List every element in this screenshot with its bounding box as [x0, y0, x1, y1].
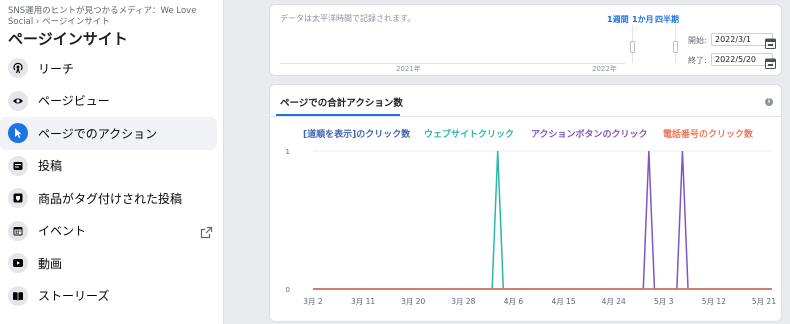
series-line — [313, 150, 772, 290]
start-date-input[interactable]: 2022/3/1 — [711, 33, 773, 46]
eye-icon — [8, 90, 28, 111]
x-tick-label: 4月 15 — [551, 297, 575, 306]
sidebar-nav: リーチ ページビュー ページでのアクション 投稿 商品がタグ付けされた投稿 イベ… — [0, 52, 223, 312]
breadcrumb[interactable]: SNS運用のヒントが見つかるメディア：We Love Social › ページイ… — [8, 6, 215, 28]
x-tick-label: 5月 21 — [752, 297, 776, 306]
timeline-end-handle[interactable] — [673, 41, 678, 53]
sidebar-item-label: イベント — [38, 224, 87, 239]
sidebar-item-label: ページビュー — [38, 94, 110, 109]
x-tick-label: 3月 2 — [303, 297, 323, 306]
date-range-card: データは太平洋時間で記録されます。 1週間 1か月 四半期 2021年 2022… — [269, 4, 782, 76]
video-icon — [8, 253, 28, 274]
x-tick-label: 3月 20 — [401, 297, 425, 306]
range-month-button[interactable]: 1か月 — [632, 14, 654, 25]
sidebar-item-label: リーチ — [38, 61, 75, 76]
x-tick-label: 4月 24 — [602, 297, 626, 306]
sidebar-item-stories[interactable]: ストーリーズ — [0, 280, 217, 313]
calendar-icon[interactable] — [765, 34, 776, 53]
sidebar-item-label: 商品がタグ付けされた投稿 — [38, 191, 183, 206]
post-icon — [8, 155, 28, 176]
calendar-icon[interactable] — [765, 54, 776, 73]
range-week-button[interactable]: 1週間 — [607, 14, 629, 25]
total-actions-card: ページでの合計アクション数 i [道順を表示]のクリック数 ウェブサイトクリック… — [269, 84, 782, 322]
main-content: データは太平洋時間で記録されます。 1週間 1か月 四半期 2021年 2022… — [224, 0, 790, 324]
x-tick-label: 3月 28 — [451, 297, 475, 306]
range-quarter-button[interactable]: 四半期 — [655, 14, 679, 25]
reach-icon — [8, 58, 28, 79]
sidebar-item-page-actions[interactable]: ページでのアクション — [0, 117, 217, 150]
x-tick-label: 3月 11 — [351, 297, 375, 306]
timeline-year-label: 2021年 — [396, 65, 421, 73]
sidebar-item-posts[interactable]: 投稿 — [0, 150, 217, 183]
sidebar-item-tagged-product-posts[interactable]: 商品がタグ付けされた投稿 — [0, 182, 217, 215]
actions-line-chart: 0 1 3月 2 3月 11 3月 20 3月 28 4月 6 4月 15 4月 24 5月 3 5… — [286, 148, 777, 306]
start-date-label: 開始: — [688, 36, 707, 45]
x-tick-label: 4月 6 — [504, 297, 524, 306]
y-tick-label: 0 — [286, 286, 290, 294]
y-tick-label: 1 — [286, 148, 290, 156]
x-tick-label: 5月 3 — [654, 297, 674, 306]
sidebar-item-page-views[interactable]: ページビュー — [0, 85, 217, 118]
sidebar-item-events[interactable]: イベント — [0, 215, 217, 248]
sidebar-item-label: 投稿 — [38, 159, 63, 174]
sidebar-item-label: ストーリーズ — [38, 289, 110, 304]
end-date-input[interactable]: 2022/5/20 — [711, 53, 773, 66]
sidebar-item-label: 動画 — [38, 256, 63, 271]
sidebar-item-videos[interactable]: 動画 — [0, 247, 217, 280]
sidebar: SNS運用のヒントが見つかるメディア：We Love Social › ページイ… — [0, 0, 224, 324]
sidebar-item-label: ページでのアクション — [38, 126, 158, 141]
timeline-start-handle[interactable] — [630, 41, 635, 53]
series-line — [313, 150, 772, 290]
timeline-year-label: 2022年 — [592, 65, 617, 73]
cursor-icon — [8, 123, 28, 144]
book-icon — [8, 285, 28, 306]
page-title: ページインサイト — [8, 30, 128, 48]
sidebar-item-reach[interactable]: リーチ — [0, 52, 217, 85]
end-date-label: 終了: — [688, 56, 707, 65]
timeline-axis — [280, 63, 625, 64]
x-tick-label: 5月 12 — [702, 297, 726, 306]
calendar-icon — [8, 220, 28, 241]
external-link-icon[interactable] — [200, 224, 213, 243]
tag-icon — [8, 188, 28, 209]
timezone-note: データは太平洋時間で記録されます。 — [280, 14, 416, 23]
